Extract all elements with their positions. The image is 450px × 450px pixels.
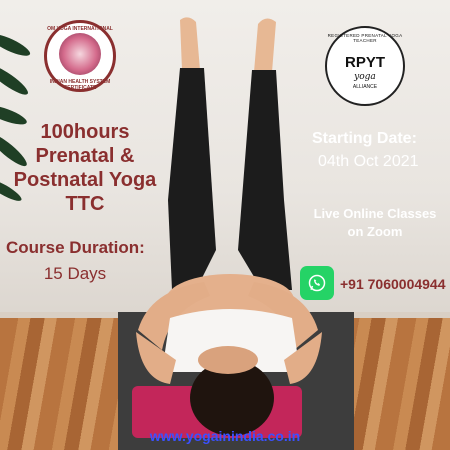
logo-top-text: OM YOGA INTERNATIONAL bbox=[47, 26, 113, 32]
duration-value: 15 Days bbox=[43, 264, 107, 283]
course-title-line: 100hours bbox=[40, 121, 130, 143]
yoga-alliance-label: yoga bbox=[354, 72, 376, 82]
course-title-line: TTC bbox=[65, 193, 105, 215]
logo-bottom-text: INDIAN HEALTH SYSTEM CERTIFICATE bbox=[49, 79, 111, 91]
phone-number[interactable]: +91 7060004944 bbox=[340, 276, 446, 292]
school-logo: OM YOGA INTERNATIONAL INDIAN HEALTH SYST… bbox=[44, 20, 116, 92]
course-title-line: Postnatal Yoga bbox=[13, 169, 157, 191]
start-date-value: 04th Oct 2021 bbox=[318, 153, 419, 170]
whatsapp-icon[interactable] bbox=[300, 266, 334, 300]
course-title-line: Prenatal & bbox=[35, 145, 135, 167]
start-date-label: Starting Date: bbox=[312, 130, 417, 147]
class-mode: Live Online Classes on Zoom bbox=[304, 205, 446, 241]
class-mode-line: on Zoom bbox=[347, 224, 403, 239]
rpyt-badge: REGISTERED PRENATAL YOGA TEACHER RPYT yo… bbox=[325, 26, 405, 106]
website-link[interactable]: www.yogainindia.co.in bbox=[0, 428, 450, 444]
phone-handset-icon bbox=[308, 274, 326, 292]
rpyt-ring-text: REGISTERED PRENATAL YOGA TEACHER bbox=[327, 33, 403, 43]
class-mode-line: Live Online Classes bbox=[313, 206, 437, 221]
alliance-label: ALLIANCE bbox=[352, 84, 378, 90]
course-title: 100hours Prenatal & Postnatal Yoga TTC bbox=[10, 120, 160, 216]
duration-label: Course Duration: bbox=[6, 238, 145, 257]
rpyt-label: RPYT bbox=[344, 54, 385, 71]
lotus-meditation-icon bbox=[59, 33, 101, 75]
